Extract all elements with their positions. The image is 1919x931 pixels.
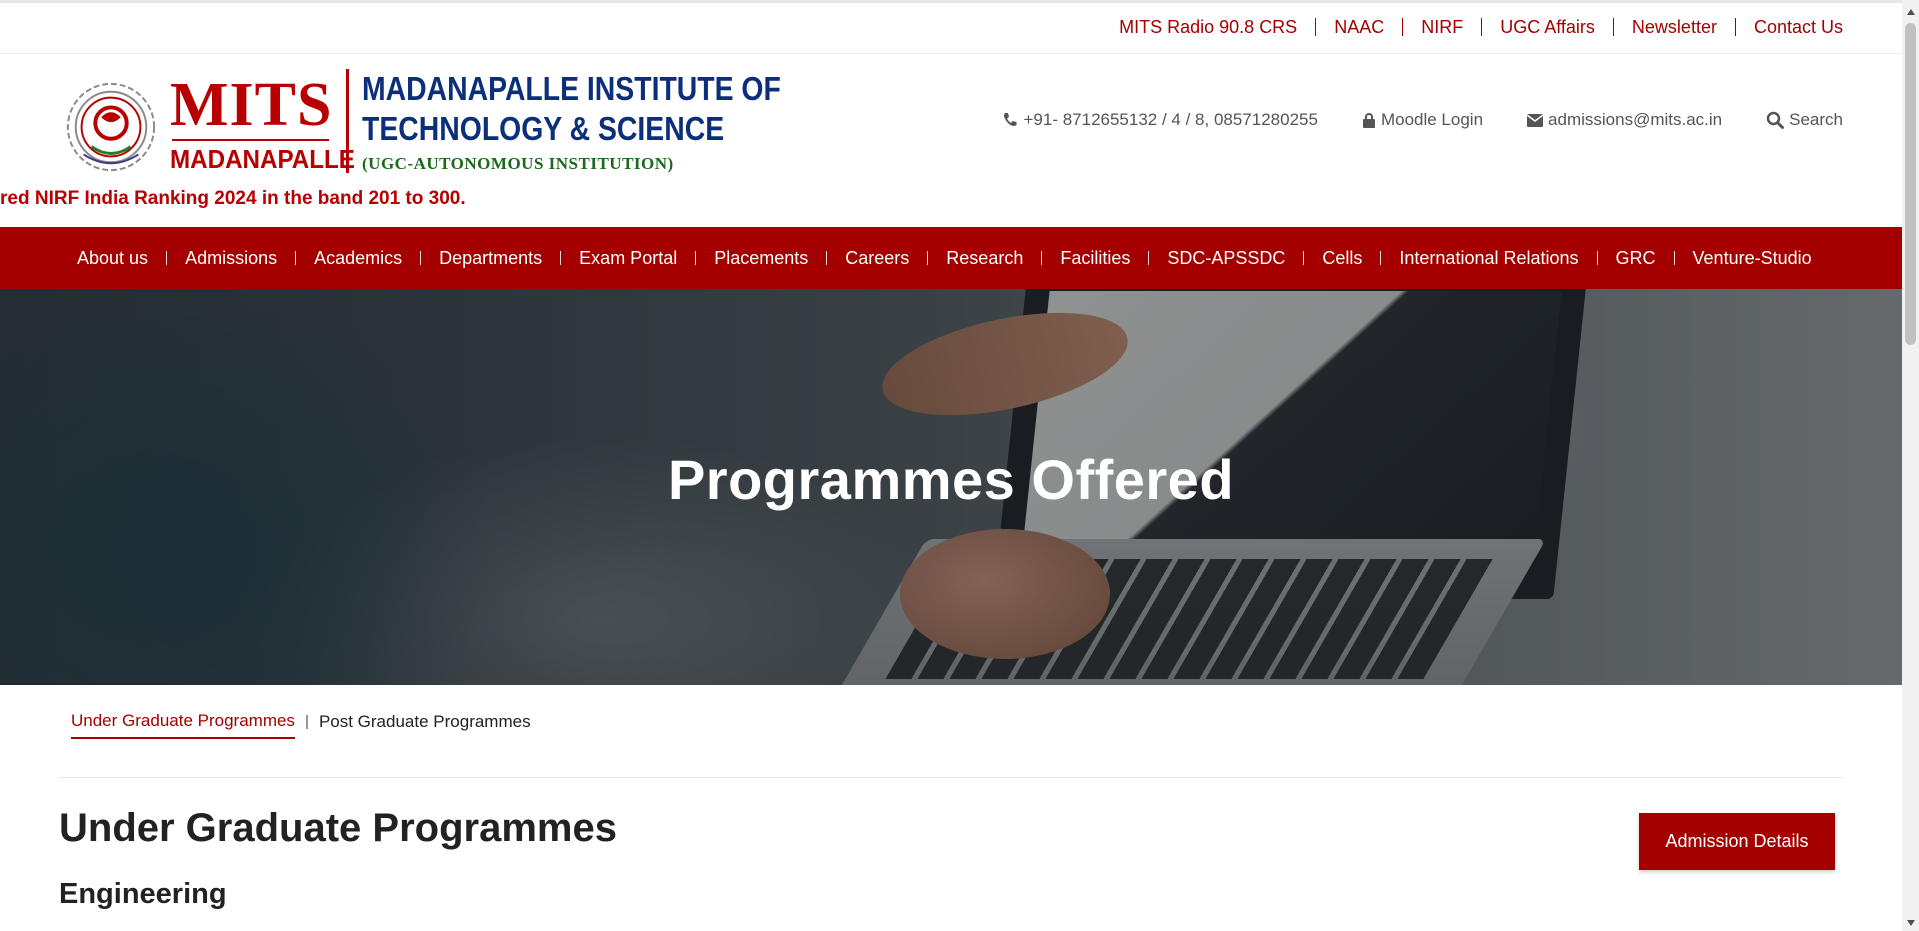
phone-number: +91- 8712655132 / 4 / 8, 08571280255 [1023,110,1318,129]
main-navigation: About us Admissions Academics Department… [0,227,1902,289]
nav-item-cells[interactable]: Cells [1303,248,1380,268]
moodle-login-label: Moodle Login [1380,110,1484,129]
top-link-naac[interactable]: NAAC [1315,18,1402,36]
hero-banner: Programmes Offered [0,289,1902,685]
logo-subtitle: (UGC-AUTONOMOUS INSTITUTION) [362,154,674,173]
programme-tabs: Under Graduate Programmes Post Graduate … [71,711,531,739]
news-ticker[interactable]: red NIRF India Ranking 2024 in the band … [0,188,466,210]
nav-item-about-us[interactable]: About us [59,248,166,268]
nav-item-placements[interactable]: Placements [695,248,826,268]
top-utility-bar: MITS Radio 90.8 CRS NAAC NIRF UGC Affair… [0,0,1902,54]
search-button[interactable]: Search [1766,110,1843,130]
section-subtitle: Engineering [59,878,227,910]
tab-under-graduate[interactable]: Under Graduate Programmes [71,711,295,739]
hero-title: Programmes Offered [667,448,1235,511]
moodle-login-link[interactable]: Moodle Login [1362,110,1483,130]
nav-item-facilities[interactable]: Facilities [1041,248,1148,268]
scroll-up-arrow-icon[interactable] [1902,3,1919,20]
logo-name-line1: MADANAPALLE INSTITUTE OF [362,70,781,107]
site-header: MITS MADANAPALLE MADANAPALLE INSTITUTE O… [0,54,1902,227]
logo-divider [346,69,349,173]
logo-mits-underline [172,139,329,141]
tabs-divider [59,777,1843,778]
top-link-mits-radio[interactable]: MITS Radio 90.8 CRS [1101,18,1315,36]
nav-item-international-relations[interactable]: International Relations [1380,248,1596,268]
scrollbar-thumb[interactable] [1905,23,1916,345]
logo-mits-text: MITS [170,71,333,139]
logo-name-line2: TECHNOLOGY & SCIENCE [362,110,725,147]
nav-item-departments[interactable]: Departments [420,248,560,268]
nav-item-research[interactable]: Research [927,248,1041,268]
tab-separator [305,715,308,729]
site-logo[interactable]: MITS MADANAPALLE MADANAPALLE INSTITUTE O… [62,69,781,184]
nav-item-grc[interactable]: GRC [1596,248,1674,268]
nav-item-careers[interactable]: Careers [826,248,927,268]
section-title: Under Graduate Programmes [59,806,617,850]
lock-icon [1362,113,1375,128]
admission-details-button[interactable]: Admission Details [1639,813,1835,870]
top-link-ugc-affairs[interactable]: UGC Affairs [1481,18,1613,36]
email-address: admissions@mits.ac.in [1548,110,1723,129]
nav-item-venture-studio[interactable]: Venture-Studio [1673,248,1830,268]
page-scrollbar[interactable] [1902,0,1919,931]
institute-emblem-icon [66,82,156,172]
nav-item-sdc-apssdc[interactable]: SDC-APSSDC [1148,248,1303,268]
nav-item-exam-portal[interactable]: Exam Portal [560,248,695,268]
logo-city-text: MADANAPALLE [170,144,355,174]
phone-contact[interactable]: +91- 8712655132 / 4 / 8, 08571280255 [1002,110,1318,130]
top-link-nirf[interactable]: NIRF [1402,18,1481,36]
nav-item-academics[interactable]: Academics [295,248,420,268]
nav-item-admissions[interactable]: Admissions [166,248,295,268]
top-link-newsletter[interactable]: Newsletter [1612,18,1735,36]
header-contacts: +91- 8712655132 / 4 / 8, 08571280255 Moo… [1002,110,1843,130]
top-link-contact-us[interactable]: Contact Us [1734,18,1843,36]
search-label: Search [1789,110,1843,129]
tab-post-graduate[interactable]: Post Graduate Programmes [319,712,531,738]
email-contact[interactable]: admissions@mits.ac.in [1527,110,1722,130]
phone-icon [1004,113,1017,126]
scroll-down-arrow-icon[interactable] [1902,914,1919,931]
top-links: MITS Radio 90.8 CRS NAAC NIRF UGC Affair… [1101,18,1843,36]
search-icon [1766,111,1785,129]
envelope-icon [1527,113,1544,127]
page: MITS Radio 90.8 CRS NAAC NIRF UGC Affair… [0,0,1902,931]
